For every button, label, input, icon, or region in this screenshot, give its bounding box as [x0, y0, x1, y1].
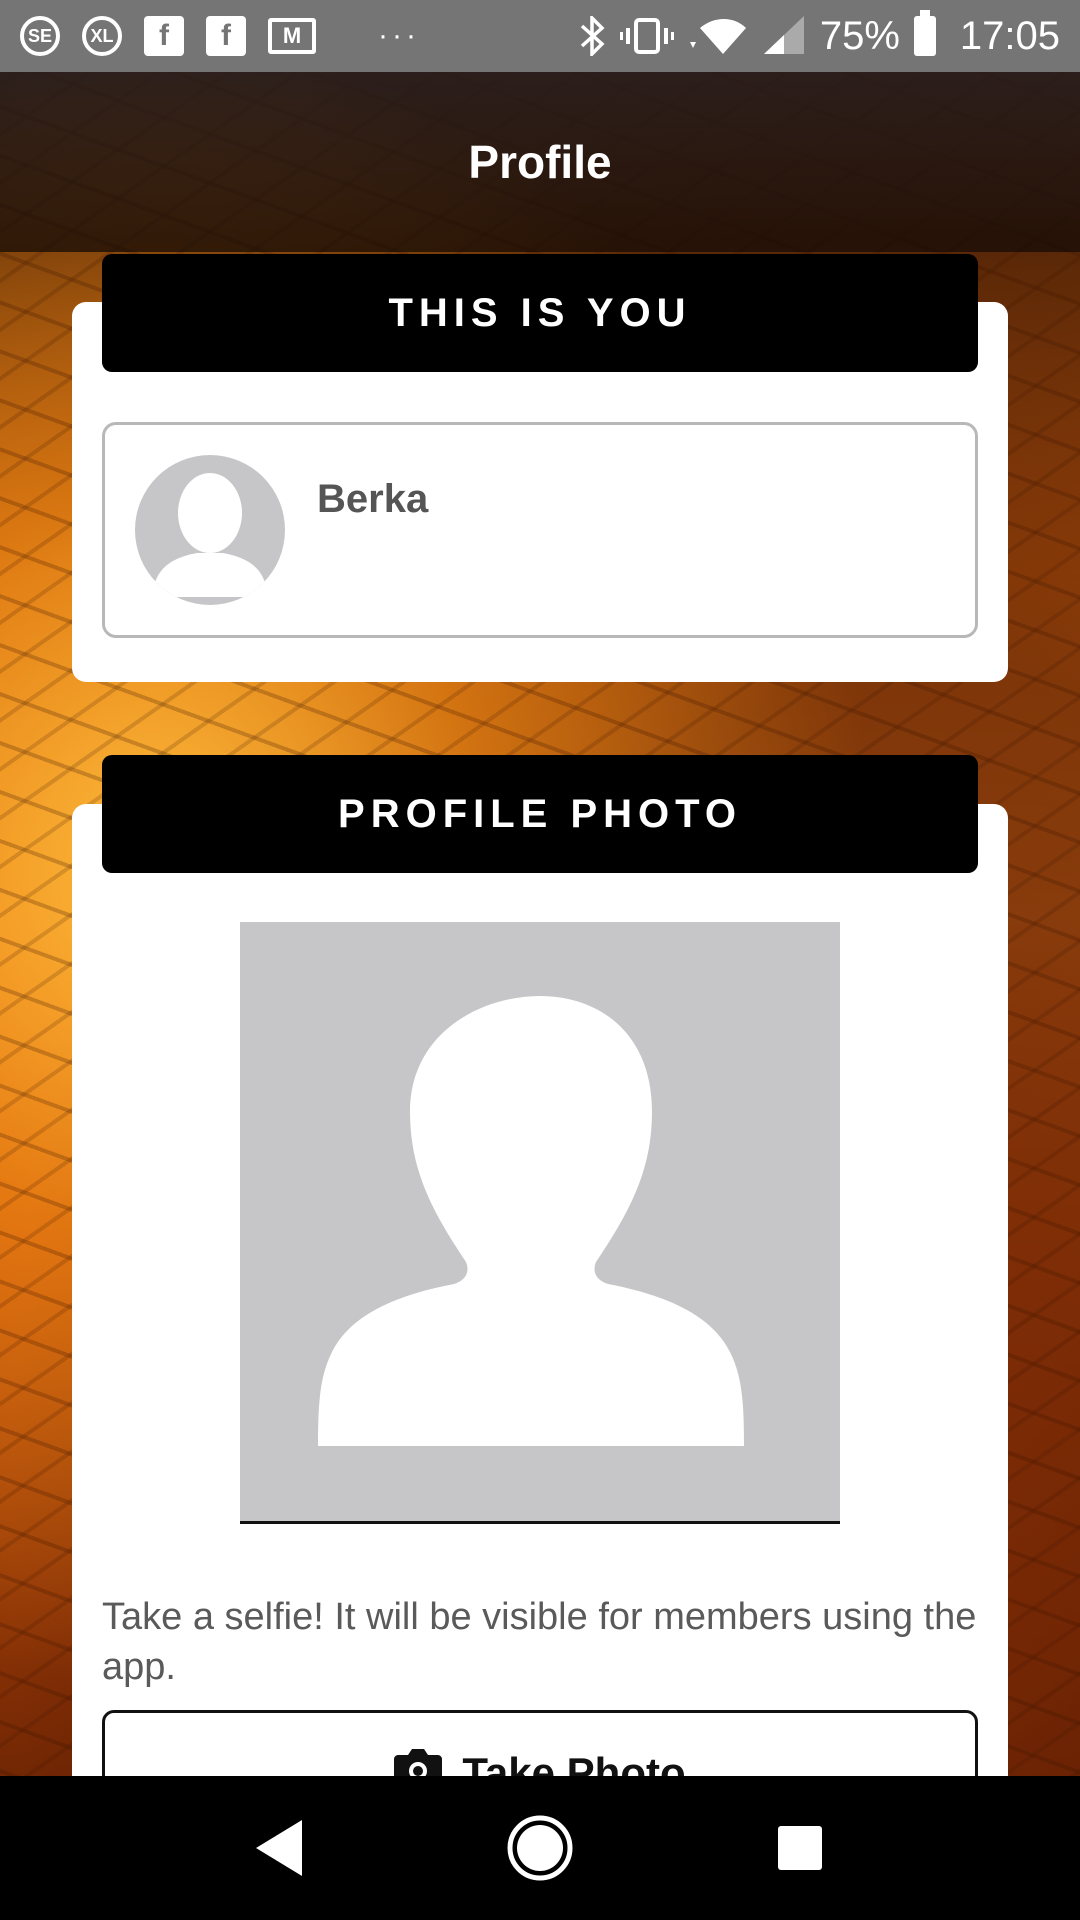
cell-signal-icon	[763, 16, 804, 54]
take-photo-button[interactable]: Take Photo	[102, 1710, 978, 1776]
home-circle-icon	[507, 1815, 573, 1881]
back-triangle-icon	[256, 1820, 302, 1876]
more-notifications-icon: ···	[378, 19, 420, 52]
se-app-icon: SE	[20, 16, 60, 56]
battery-percent: 75%	[819, 13, 900, 58]
wifi-icon	[689, 19, 746, 54]
user-profile-row[interactable]: Berka	[102, 422, 978, 638]
person-silhouette-icon	[318, 996, 744, 1446]
avatar-placeholder-icon	[153, 473, 267, 597]
this-is-you-heading: THIS IS YOU	[102, 254, 978, 372]
take-photo-label: Take Photo	[462, 1749, 686, 1776]
scroll-content[interactable]: Profile THIS IS YOU Berka PROFILE PHOTO …	[0, 0, 1080, 1776]
facebook-icon: f	[144, 16, 184, 56]
recents-button[interactable]	[765, 1813, 835, 1883]
navigation-bar	[0, 1776, 1080, 1920]
avatar	[135, 455, 285, 605]
app-header: Profile	[0, 72, 1080, 252]
camera-icon	[394, 1749, 443, 1776]
system-icons: 75% 17:05	[578, 10, 1060, 59]
photo-description: Take a selfie! It will be visible for me…	[102, 1596, 977, 1688]
battery-icon	[913, 10, 936, 56]
vibrate-icon	[619, 18, 674, 54]
xl-search-icon: XL	[82, 16, 122, 56]
user-name: Berka	[317, 477, 429, 521]
recents-square-icon	[778, 1826, 822, 1870]
status-bar: SE XL f f M ··· 75% 17:05	[0, 0, 1080, 72]
facebook-icon: f	[206, 16, 246, 56]
home-button[interactable]	[505, 1813, 575, 1883]
profile-photo-placeholder[interactable]	[240, 922, 840, 1524]
page-title: Profile	[468, 136, 612, 188]
bluetooth-icon	[580, 16, 605, 56]
clock: 17:05	[959, 13, 1060, 58]
back-button[interactable]	[245, 1813, 315, 1883]
profile-photo-heading: PROFILE PHOTO	[102, 755, 978, 873]
gmail-icon: M	[268, 18, 316, 54]
notification-icons: SE XL f f M ···	[20, 16, 420, 56]
